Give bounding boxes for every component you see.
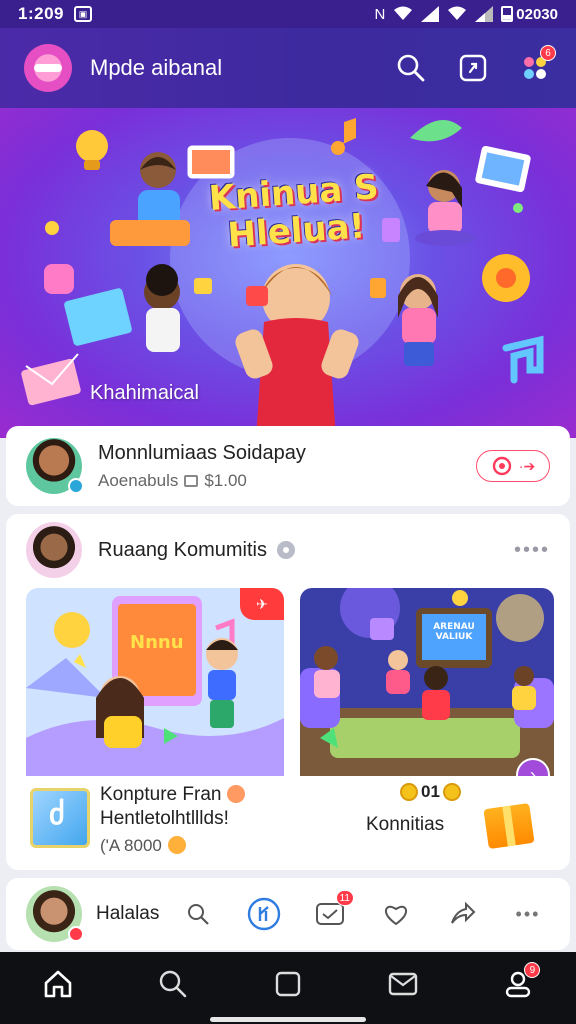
tile-left-image: Nnnu ✈ bbox=[26, 588, 284, 776]
nav-home[interactable] bbox=[34, 960, 82, 1008]
user-info: Monnlumiaas Soidapay Aoenabuls $1.00 bbox=[98, 442, 306, 491]
coins-row: 01 bbox=[400, 782, 461, 802]
live-tag: ✈ bbox=[240, 588, 284, 620]
status-bar: 1:209 ▣ N 02030 bbox=[0, 0, 576, 28]
app-bar: Mpde aibanal 6 bbox=[0, 28, 576, 108]
wifi-icon bbox=[394, 6, 413, 20]
hero-illustration bbox=[21, 118, 544, 438]
community-tile-right[interactable]: ARENAU VALIUK › 01 Konnitias bbox=[300, 588, 554, 868]
community-card: Ruaang Komumitis •••• Nnnu ✈ ძ Konpture … bbox=[6, 514, 570, 870]
signal2-icon bbox=[475, 6, 494, 22]
tile-screen-text: Nnnu bbox=[130, 632, 184, 653]
user-avatar[interactable] bbox=[26, 438, 84, 494]
coins-count: 01 bbox=[421, 782, 440, 801]
tile-left-title-1: Konpture Fran bbox=[100, 784, 246, 806]
nav-create[interactable] bbox=[264, 960, 312, 1008]
tile-left-footer: Konpture Fran Hentletolhtlllds! ('A 8000 bbox=[26, 778, 284, 868]
more-options-button[interactable]: •••• bbox=[514, 539, 550, 562]
more-dots-icon: ••• bbox=[515, 903, 541, 924]
share-icon bbox=[459, 54, 487, 82]
arrow-right-icon: ·➔ bbox=[518, 457, 536, 474]
message-badge: 11 bbox=[335, 890, 354, 906]
user-meta-label: Aoenabuls bbox=[98, 470, 179, 490]
tile-left-title-2: Hentletolhtlllds! bbox=[100, 808, 229, 829]
gift-icon[interactable] bbox=[483, 802, 535, 850]
edit-icon bbox=[247, 897, 281, 931]
square-icon bbox=[275, 971, 301, 997]
wifi2-icon bbox=[448, 6, 467, 20]
search-icon bbox=[159, 970, 187, 998]
search-icon bbox=[188, 904, 209, 925]
signal-icon bbox=[421, 6, 440, 22]
app-title: Mpde aibanal bbox=[90, 55, 223, 80]
profile-badge: 9 bbox=[524, 962, 541, 978]
nfc-icon: N bbox=[374, 5, 386, 23]
mail-icon bbox=[388, 972, 418, 996]
battery-indicator: 02030 bbox=[501, 6, 558, 23]
tile-right-footer: 01 Konnitias bbox=[300, 778, 554, 868]
hero-subtitle: Khahimaical bbox=[90, 382, 199, 404]
tile-right-label: Konnitias bbox=[366, 814, 445, 835]
share-button[interactable] bbox=[456, 51, 490, 85]
apps-button[interactable]: 6 bbox=[518, 45, 556, 85]
post-bar: Halalas 11 ••• bbox=[6, 878, 570, 950]
wallet-icon bbox=[184, 474, 199, 487]
post-actions: 11 ••• bbox=[176, 890, 550, 936]
apps-badge: 6 bbox=[540, 45, 556, 61]
share-arrow-icon bbox=[451, 901, 476, 924]
user-meta: Aoenabuls $1.00 bbox=[98, 471, 306, 491]
community-header: Ruaang Komumitis •••• bbox=[26, 522, 550, 578]
user-card[interactable]: Monnlumiaas Soidapay Aoenabuls $1.00 ·➔ bbox=[6, 426, 570, 506]
home-indicator[interactable] bbox=[210, 1017, 366, 1022]
coin-icon bbox=[400, 783, 418, 801]
online-status-icon bbox=[68, 478, 84, 494]
home-icon bbox=[44, 970, 71, 998]
notification-app-icon: ▣ bbox=[73, 6, 92, 22]
bottom-nav: 9 bbox=[0, 952, 576, 1024]
heart-icon bbox=[384, 905, 408, 926]
status-time: 1:209 bbox=[18, 4, 64, 23]
community-tile-left[interactable]: Nnnu ✈ Konpture Fran Hentletolhtlllds! (… bbox=[26, 588, 284, 868]
post-share-button[interactable] bbox=[440, 892, 484, 936]
app-thumbnail[interactable] bbox=[30, 788, 90, 848]
tile-left-price: ('A 8000 bbox=[100, 836, 186, 856]
app-bar-actions: 6 bbox=[394, 45, 556, 85]
emoji-icon bbox=[227, 785, 246, 803]
battery-icon bbox=[501, 6, 514, 22]
at-icon bbox=[492, 456, 511, 476]
search-icon bbox=[397, 54, 425, 82]
nav-profile[interactable]: 9 bbox=[494, 960, 542, 1008]
coin-icon-2 bbox=[442, 783, 461, 801]
hero-title: Kninua S Hlelua! bbox=[188, 167, 403, 257]
emoji-face-icon bbox=[167, 836, 186, 854]
post-like-button[interactable] bbox=[374, 892, 418, 936]
community-avatar[interactable] bbox=[26, 522, 82, 578]
post-avatar[interactable] bbox=[26, 886, 84, 942]
app-logo[interactable] bbox=[24, 44, 72, 92]
nav-messages[interactable] bbox=[379, 960, 427, 1008]
follow-button[interactable]: ·➔ bbox=[476, 450, 550, 482]
nav-search[interactable] bbox=[149, 960, 197, 1008]
status-icons: N 02030 bbox=[374, 6, 558, 23]
hero-banner[interactable]: Kninua S Hlelua! Khahimaical bbox=[0, 108, 576, 438]
post-message-button[interactable]: 11 bbox=[308, 890, 354, 936]
community-title: Ruaang Komumitis bbox=[98, 538, 267, 561]
tile-right-illustration bbox=[300, 588, 554, 776]
tile-tv-text: ARENAU VALIUK bbox=[433, 622, 475, 642]
tile-right-image: ARENAU VALIUK › bbox=[300, 588, 554, 776]
verified-icon bbox=[276, 541, 295, 559]
battery-text: 02030 bbox=[516, 5, 558, 23]
post-edit-button[interactable] bbox=[242, 892, 286, 936]
user-balance: $1.00 bbox=[204, 470, 247, 490]
post-more-button[interactable]: ••• bbox=[506, 892, 550, 936]
post-search-button[interactable] bbox=[176, 892, 220, 936]
post-author-name: Halalas bbox=[96, 903, 160, 924]
post-avatar-badge-icon bbox=[68, 926, 84, 942]
user-name: Monnlumiaas Soidapay bbox=[98, 441, 306, 464]
search-button[interactable] bbox=[394, 51, 428, 85]
